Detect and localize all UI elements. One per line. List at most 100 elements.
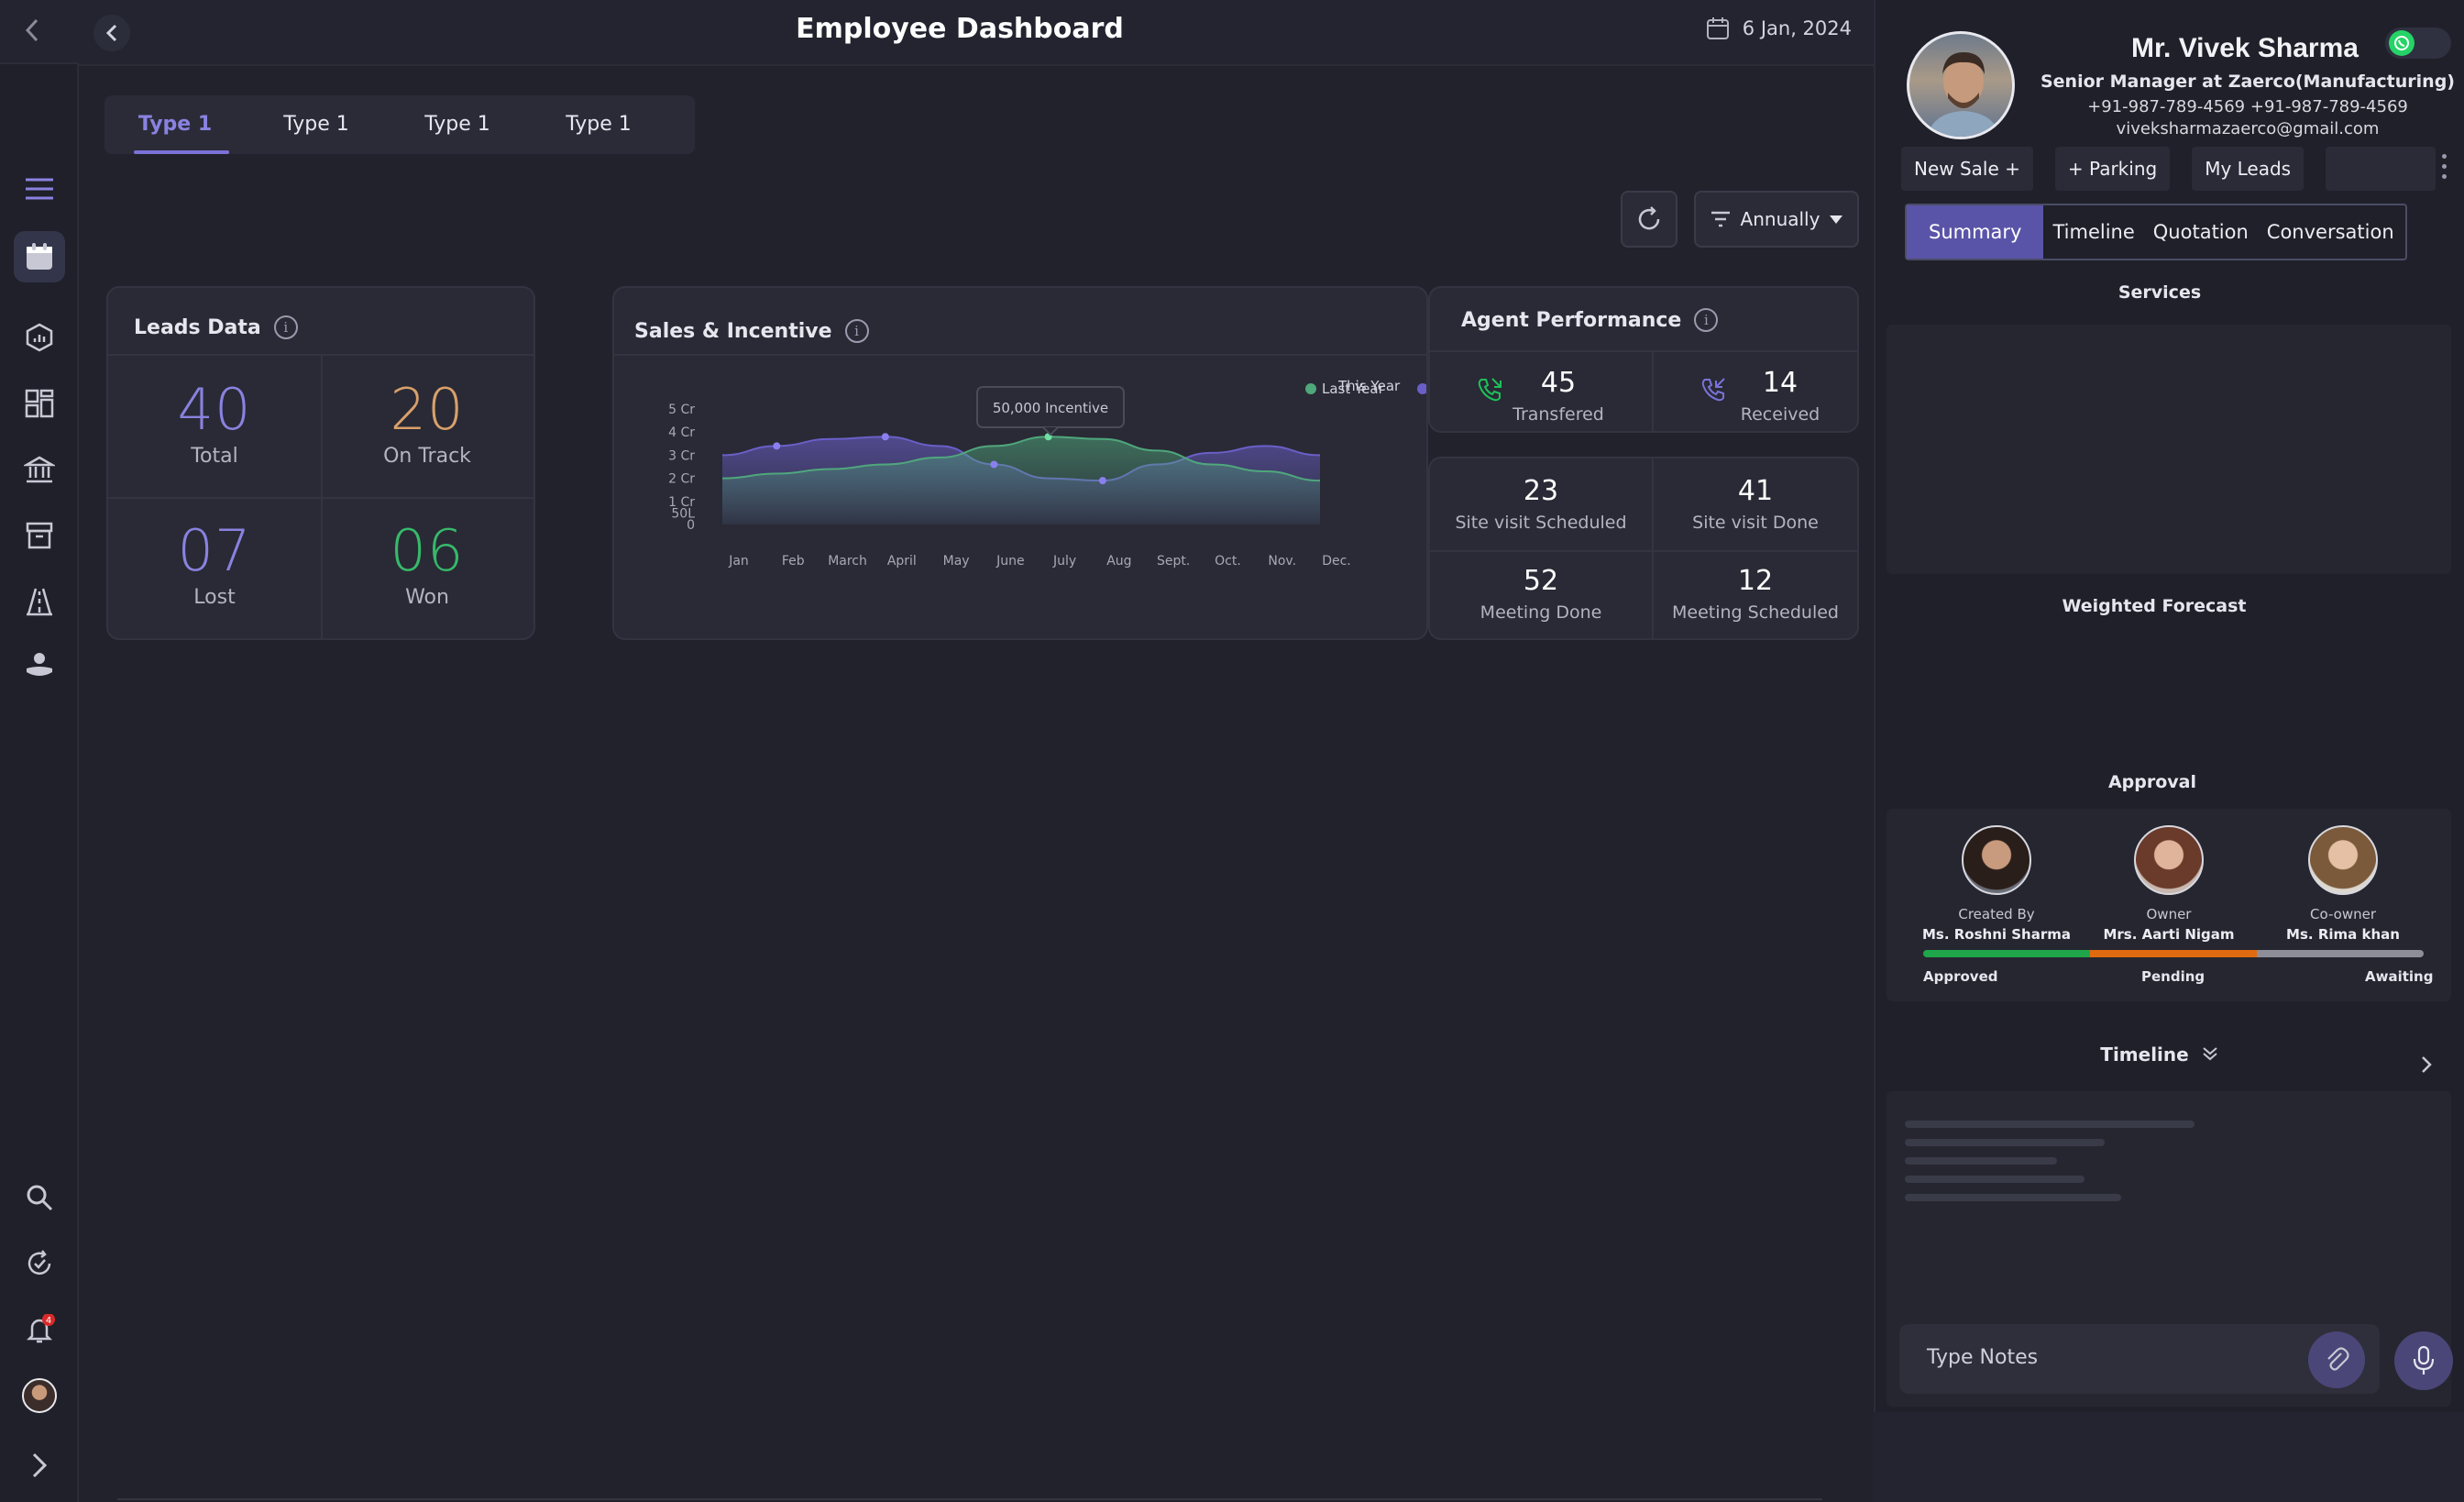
chevron-left-icon[interactable] — [22, 17, 42, 44]
legend-this-year: This Year — [1338, 378, 1401, 394]
tab-type-1[interactable]: Type 1 — [104, 95, 246, 154]
agent-transferred[interactable]: 45 Transfered — [1485, 367, 1632, 425]
microphone-icon — [2413, 1345, 2435, 1375]
more-options-icon[interactable] — [2442, 154, 2448, 184]
tab-type-2[interactable]: Type 1 — [246, 95, 387, 154]
approver-avatar — [2308, 825, 2378, 895]
archive-icon[interactable] — [14, 510, 65, 561]
whatsapp-toggle[interactable] — [2385, 28, 2451, 59]
refresh-button[interactable] — [1621, 191, 1678, 248]
tab-type-4[interactable]: Type 1 — [528, 95, 669, 154]
x-tick-label: Nov. — [1268, 554, 1296, 569]
skeleton-line — [1905, 1121, 2194, 1128]
meeting-scheduled[interactable]: 12 Meeting Scheduled — [1652, 565, 1859, 623]
meeting-scheduled-label: Meeting Scheduled — [1671, 602, 1839, 623]
data-point[interactable] — [773, 442, 781, 450]
meeting-scheduled-value: 12 — [1737, 565, 1774, 597]
approver-owner[interactable]: Owner Mrs. Aarti Nigam — [2077, 825, 2260, 943]
site-visit-scheduled-value: 23 — [1523, 475, 1559, 507]
leads-total-value: 40 — [177, 376, 252, 443]
data-point[interactable] — [1098, 477, 1106, 485]
timeline-header[interactable]: Timeline — [1876, 1044, 2444, 1066]
tab-timeline[interactable]: Timeline — [2043, 205, 2143, 259]
forecast-title: Weighted Forecast — [2062, 596, 2247, 616]
expand-icon[interactable] — [14, 1440, 65, 1491]
chevron-right-icon[interactable] — [2420, 1055, 2433, 1075]
x-tick-label: Aug — [1106, 554, 1131, 569]
agent-transferred-label: Transfered — [1512, 404, 1604, 425]
leads-on-track-label: On Track — [383, 445, 471, 468]
y-tick-label: 1 Cr — [668, 495, 695, 510]
my-leads-button[interactable]: My Leads — [2192, 147, 2304, 191]
calendar-icon[interactable] — [14, 231, 65, 282]
leads-lost[interactable]: 07 Lost — [108, 497, 321, 640]
period-filter[interactable]: Annually — [1694, 191, 1859, 248]
agent-received[interactable]: 14 Received — [1707, 367, 1854, 425]
paperclip-icon — [2327, 1347, 2349, 1371]
date-display[interactable]: 6 Jan, 2024 — [1706, 17, 1852, 40]
profile-tabs: Summary Timeline Quotation Conversation — [1905, 204, 2407, 260]
skeleton-line — [1905, 1157, 2057, 1165]
approver-created-by[interactable]: Created By Ms. Roshni Sharma — [1905, 825, 2088, 943]
search-icon[interactable] — [14, 1172, 65, 1223]
approver-role: Owner — [2146, 906, 2192, 922]
user-avatar[interactable] — [14, 1370, 65, 1421]
approver-name: Mrs. Aarti Nigam — [2103, 926, 2235, 943]
new-sale-button[interactable]: New Sale + — [1901, 147, 2033, 191]
info-icon[interactable]: i — [844, 319, 869, 343]
bank-icon[interactable] — [14, 444, 65, 495]
site-visit-scheduled[interactable]: 23 Site visit Scheduled — [1430, 475, 1652, 533]
tab-quotation[interactable]: Quotation — [2144, 205, 2258, 259]
tab-summary[interactable]: Summary — [1907, 205, 2044, 259]
x-tick-label: Feb — [782, 554, 805, 569]
status-approved: Approved — [1923, 968, 1998, 985]
attach-button[interactable] — [2308, 1331, 2365, 1388]
tooltip-text: 50,000 Incentive — [993, 400, 1108, 416]
x-tick-label: May — [943, 554, 970, 569]
data-point[interactable] — [881, 433, 889, 441]
approver-co-owner[interactable]: Co-owner Ms. Rima khan — [2251, 825, 2435, 943]
skeleton-line — [1905, 1194, 2121, 1201]
info-icon[interactable]: i — [1694, 308, 1719, 332]
status-pending: Pending — [2141, 968, 2206, 985]
notes-input[interactable]: Type Notes — [1899, 1324, 2380, 1394]
profile-email[interactable]: viveksharmazaerco@gmail.com — [2033, 119, 2462, 138]
timeline-box: Type Notes — [1886, 1091, 2453, 1407]
parking-button[interactable]: + Parking — [2054, 147, 2171, 191]
site-visit-scheduled-label: Site visit Scheduled — [1455, 513, 1627, 533]
leads-title: Leads Data i — [134, 315, 298, 339]
whatsapp-icon — [2389, 30, 2414, 56]
main-content: Employee Dashboard 6 Jan, 2024 Type 1 Ty… — [79, 0, 1874, 1502]
chart-tooltip: 50,000 Incentive — [976, 386, 1125, 436]
legend-this-year-swatch — [1417, 383, 1426, 394]
leads-won[interactable]: 06 Won — [321, 497, 534, 640]
empty-action-slot[interactable] — [2326, 147, 2436, 191]
meeting-done[interactable]: 52 Meeting Done — [1430, 565, 1652, 623]
tab-conversation[interactable]: Conversation — [2258, 205, 2404, 259]
refresh-check-icon[interactable] — [14, 1238, 65, 1289]
approver-avatar — [1962, 825, 2031, 895]
road-icon[interactable] — [14, 576, 65, 627]
info-icon[interactable]: i — [273, 315, 298, 339]
y-tick-label: 4 Cr — [668, 425, 695, 440]
date-text: 6 Jan, 2024 — [1742, 17, 1852, 39]
leads-total[interactable]: 40 Total — [108, 356, 321, 499]
approver-avatar — [2134, 825, 2204, 895]
hand-coin-icon[interactable] — [14, 640, 65, 691]
site-visit-done[interactable]: 41 Site visit Done — [1652, 475, 1859, 533]
leads-on-track[interactable]: 20 On Track — [321, 356, 534, 499]
tab-type-3[interactable]: Type 1 — [387, 95, 528, 154]
menu-icon[interactable] — [14, 163, 65, 215]
data-point[interactable] — [990, 460, 998, 469]
notes-placeholder: Type Notes — [1927, 1346, 2039, 1369]
sales-chart: 050L1 Cr2 Cr3 Cr4 Cr5 CrJan Feb March April… — [668, 381, 1426, 569]
x-tick-label: Dec. — [1322, 554, 1351, 569]
agent-title-text: Agent Performance — [1461, 308, 1682, 332]
dashboard-icon[interactable] — [14, 378, 65, 429]
profile-phones[interactable]: +91-987-789-4569 +91-987-789-4569 — [2033, 97, 2462, 116]
analytics-icon[interactable] — [14, 312, 65, 363]
voice-note-button[interactable] — [2394, 1331, 2453, 1390]
agent-performance-card: Agent Performance i 45 Transfered 14 Rec… — [1428, 286, 1859, 433]
double-chevron-down-icon — [2203, 1047, 2217, 1061]
bell-icon[interactable]: 4 — [14, 1304, 65, 1355]
